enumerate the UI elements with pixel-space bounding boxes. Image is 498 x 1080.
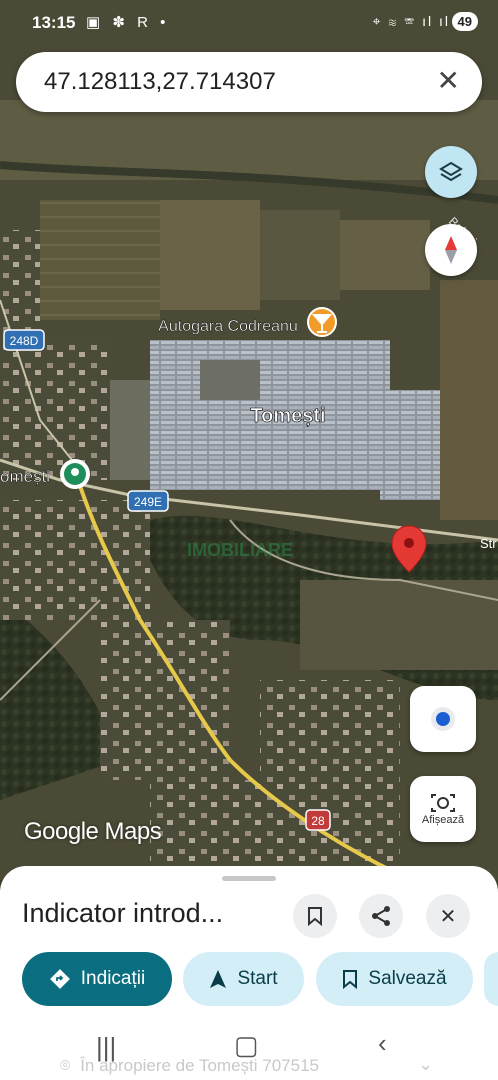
search-bar[interactable]: 47.128113,27.714307 ✕	[16, 52, 482, 112]
battery-indicator: 49	[451, 12, 478, 31]
status-bar: 13:15 ▣ ✽ R • ⌖ ≋ ☏ ıl ıl 49	[0, 0, 498, 46]
layers-button[interactable]	[425, 146, 477, 198]
place-label-tomesti[interactable]: Tomești	[250, 405, 326, 428]
bookmark-icon	[308, 907, 322, 926]
directions-icon	[49, 969, 70, 989]
layers-icon	[439, 161, 463, 182]
watermark: IMOBILIARE	[187, 540, 293, 560]
road-shield-248d: 248D	[3, 329, 45, 351]
compass-icon	[445, 236, 457, 264]
lens-button[interactable]: Afișează	[410, 776, 476, 842]
road-shield-249e: 249E	[127, 490, 169, 512]
save-button[interactable]: Salvează	[316, 952, 473, 1006]
status-left-icons: ▣ ✽ R •	[86, 14, 170, 31]
bus-station-label[interactable]: Autogara Codreanu	[158, 318, 298, 335]
google-maps-logo: Google Maps	[24, 818, 162, 845]
lens-label: Afișează	[421, 814, 465, 826]
clear-search-icon[interactable]: ✕	[437, 66, 460, 96]
status-right-icons: ⌖ ≋ ☏ ıl ıl	[372, 13, 450, 29]
place-sheet[interactable]: Indicator introd... ✕ Indicații Start Sa…	[0, 866, 498, 1080]
start-button[interactable]: Start	[183, 952, 304, 1006]
camera-lens-icon	[431, 794, 455, 812]
directions-label: Indicații	[80, 968, 146, 989]
share-button[interactable]	[359, 894, 403, 938]
share-icon	[372, 906, 390, 926]
save-label: Salvează	[368, 968, 447, 989]
close-icon: ✕	[439, 905, 457, 928]
place-title: Indicator introd...	[22, 898, 224, 928]
recent-apps-icon[interactable]: |||	[96, 1032, 116, 1063]
start-label: Start	[237, 968, 278, 989]
svg-text:249E: 249E	[134, 495, 162, 509]
bookmark-icon	[343, 970, 358, 989]
bookmark-button[interactable]	[293, 894, 337, 938]
sheet-handle[interactable]	[222, 876, 276, 881]
close-button[interactable]: ✕	[426, 894, 470, 938]
street-label-fragment: Str	[480, 536, 497, 551]
road-shield-28: 28	[305, 809, 331, 831]
home-icon[interactable]: ▢	[234, 1030, 259, 1061]
search-query[interactable]: 47.128113,27.714307	[44, 68, 276, 96]
svg-text:248D: 248D	[10, 334, 39, 348]
place-label-left[interactable]: omești	[0, 467, 50, 486]
navigation-arrow-icon	[210, 970, 227, 988]
location-dot-icon	[431, 707, 455, 731]
map-pin-icon: ⌾	[60, 1056, 71, 1075]
my-location-button[interactable]	[410, 686, 476, 752]
directions-button[interactable]: Indicații	[22, 952, 172, 1006]
chevron-down-icon[interactable]: ⌄	[418, 1054, 433, 1075]
svg-text:28: 28	[311, 814, 325, 828]
status-time: 13:15	[32, 13, 76, 32]
place-pin-green-icon[interactable]	[60, 459, 90, 489]
bus-station-icon[interactable]	[307, 307, 337, 337]
back-icon[interactable]: ‹	[378, 1028, 387, 1059]
compass-button[interactable]	[425, 224, 477, 276]
more-actions-chip[interactable]	[484, 952, 498, 1006]
